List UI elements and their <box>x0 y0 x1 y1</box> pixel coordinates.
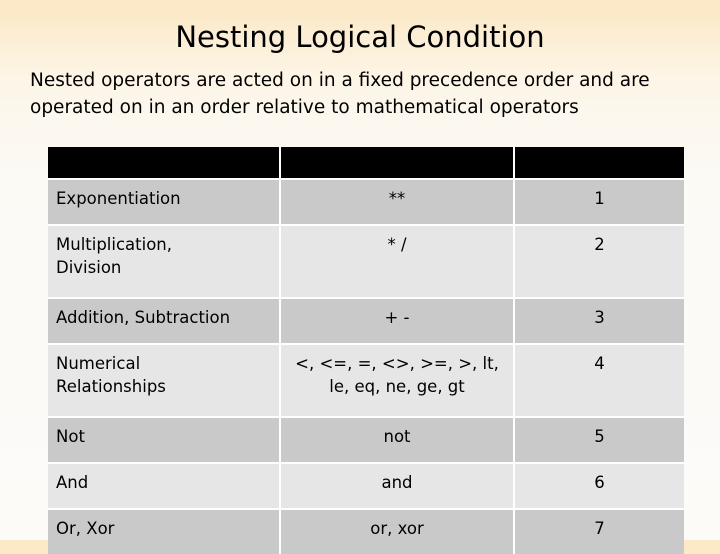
table-header: Operation Operator Precedence <box>48 147 684 180</box>
operator-text: <, <=, =, <>, >=, >, lt, <box>295 354 499 373</box>
operator-text: ** <box>388 189 406 208</box>
operation-text: Or, Xor <box>56 519 115 538</box>
column-header-precedence: Precedence <box>515 147 684 180</box>
operation-text: Addition, Subtraction <box>56 308 231 327</box>
table-header-row: Operation Operator Precedence <box>48 147 684 180</box>
cell-operator: <, <=, =, <>, >=, >, lt, le, eq, ne, ge,… <box>281 345 515 418</box>
operator-text: not <box>383 427 411 446</box>
cell-precedence: 7 <box>515 510 684 554</box>
table-row: Numerical Relationships <, <=, =, <>, >=… <box>48 345 684 418</box>
cell-precedence: 1 <box>515 180 684 226</box>
operation-text: Multiplication, <box>56 235 173 254</box>
operator-text: and <box>381 473 413 492</box>
cell-precedence: 3 <box>515 299 684 345</box>
slide-subtitle: Nested operators are acted on in a fixed… <box>30 70 650 118</box>
cell-operation: Exponentiation <box>48 180 281 226</box>
table-row: Or, Xor or, xor 7 <box>48 510 684 554</box>
cell-precedence: 5 <box>515 418 684 464</box>
operator-text: * / <box>387 235 407 254</box>
cell-precedence: 6 <box>515 464 684 510</box>
table-row: Multiplication, Division * / 2 <box>48 226 684 299</box>
cell-operator: ** <box>281 180 515 226</box>
operation-text: And <box>56 473 89 492</box>
cell-operation: And <box>48 464 281 510</box>
operation-text: Exponentiation <box>56 189 181 208</box>
table-row: Exponentiation ** 1 <box>48 180 684 226</box>
operator-text: or, xor <box>370 519 424 538</box>
table-body: Exponentiation ** 1 Multiplication, Divi… <box>48 180 684 554</box>
column-header-operation: Operation <box>48 147 281 180</box>
operator-text-line2: le, eq, ne, ge, gt <box>329 377 465 396</box>
page-title: Nesting Logical Condition <box>175 20 545 54</box>
operation-text: Not <box>56 427 85 446</box>
cell-operation: Numerical Relationships <box>48 345 281 418</box>
cell-operator: or, xor <box>281 510 515 554</box>
table-row: Addition, Subtraction + - 3 <box>48 299 684 345</box>
operation-text-line2: Division <box>56 258 122 277</box>
cell-operation: Or, Xor <box>48 510 281 554</box>
column-header-operator: Operator <box>281 147 515 180</box>
cell-precedence: 4 <box>515 345 684 418</box>
cell-operator: and <box>281 464 515 510</box>
cell-precedence: 2 <box>515 226 684 299</box>
cell-operator: + - <box>281 299 515 345</box>
table-row: Not not 5 <box>48 418 684 464</box>
operation-text: Numerical <box>56 354 141 373</box>
operator-text: + - <box>384 308 410 327</box>
operator-precedence-table: Operation Operator Precedence Exponentia… <box>48 147 684 554</box>
cell-operation: Multiplication, Division <box>48 226 281 299</box>
cell-operator: not <box>281 418 515 464</box>
operation-text-line2: Relationships <box>56 377 166 396</box>
cell-operation: Addition, Subtraction <box>48 299 281 345</box>
cell-operator: * / <box>281 226 515 299</box>
table-row: And and 6 <box>48 464 684 510</box>
cell-operation: Not <box>48 418 281 464</box>
slide-canvas: Nesting Logical Condition Nested operato… <box>0 0 720 554</box>
